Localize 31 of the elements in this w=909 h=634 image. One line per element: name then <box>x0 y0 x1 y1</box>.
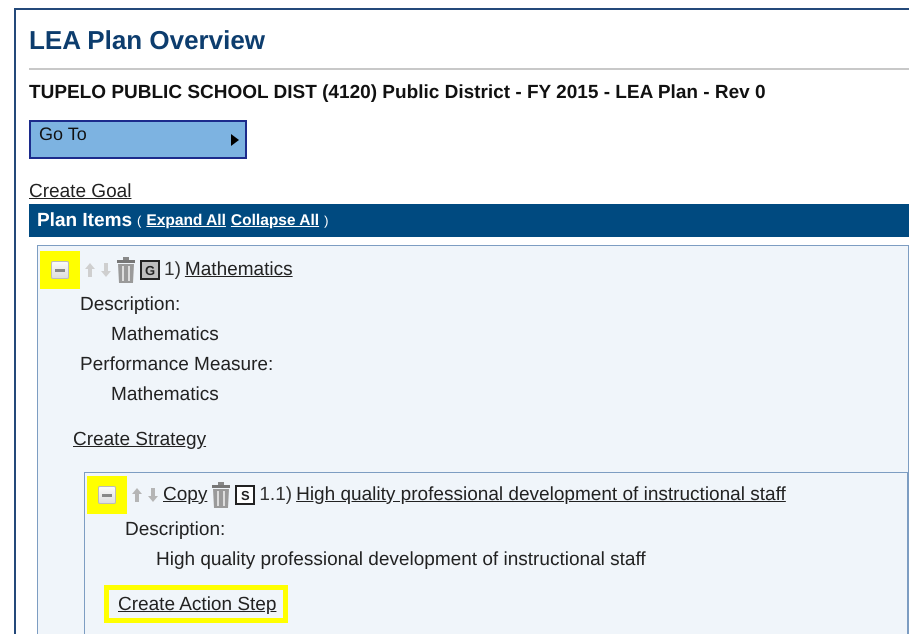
trash-icon[interactable] <box>211 482 232 508</box>
goal-badge: G <box>140 260 160 280</box>
field-label: Description: <box>125 518 226 542</box>
field-label: Performance Measure: <box>80 353 274 377</box>
expand-all-link[interactable]: Expand All <box>146 212 226 230</box>
create-link[interactable]: Create Action Step <box>118 594 276 615</box>
collapse-button[interactable] <box>51 261 69 279</box>
strategy-badge: S <box>235 485 256 505</box>
field-value: Mathematics <box>110 383 220 407</box>
up-arrow-icon[interactable] <box>131 487 143 503</box>
plan-subtitle: TUPELO PUBLIC SCHOOL DIST (4120) Public District - FY 2015 - LEA Plan - Rev 0 <box>29 82 767 104</box>
field-value: Mathematics <box>110 323 220 347</box>
plan-items-title: Plan Items <box>37 210 132 232</box>
trash-icon[interactable] <box>116 257 136 283</box>
collapse-all-link[interactable]: Collapse All <box>230 212 320 230</box>
copy-link[interactable]: Copy <box>163 484 208 506</box>
field-value: High quality professional development of instructional staff <box>155 548 647 572</box>
strategy-title-link[interactable]: High quality professional development of instructional staff <box>296 484 786 506</box>
triangle-right-icon <box>231 134 239 146</box>
go-to-button[interactable]: Go To <box>29 120 247 159</box>
create-goal-link[interactable]: Create Goal <box>29 181 132 202</box>
item-number: 1.1) <box>259 484 292 506</box>
create-link[interactable]: Create Strategy <box>73 429 206 450</box>
goal-title-link[interactable]: Mathematics <box>184 259 293 281</box>
down-arrow-icon[interactable] <box>147 487 159 503</box>
field-label: Description: <box>80 293 182 317</box>
paren: ( <box>137 213 142 228</box>
collapse-button[interactable] <box>98 486 116 504</box>
page-title: LEA Plan Overview <box>29 24 266 56</box>
paren: ) <box>324 213 328 228</box>
item-number: 1) <box>164 259 181 281</box>
